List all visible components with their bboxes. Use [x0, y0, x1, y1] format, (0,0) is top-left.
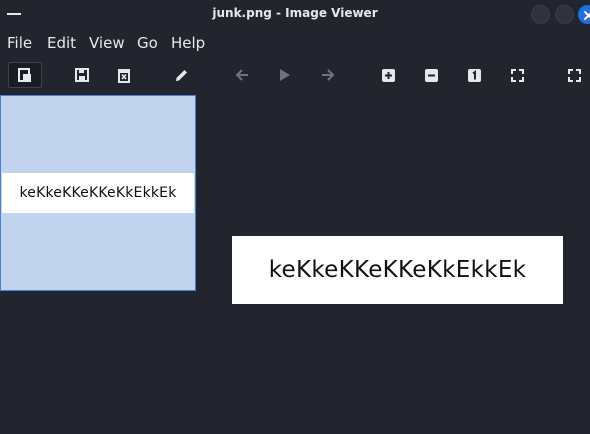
- sidebar-toggle-button[interactable]: [8, 62, 42, 88]
- close-button[interactable]: [578, 5, 590, 24]
- minimize-button[interactable]: [531, 5, 550, 24]
- sidebar-toggle-icon: [18, 68, 31, 82]
- thumbnail-selected[interactable]: keKkeKKeKKeKkEkkEk: [0, 95, 196, 291]
- title-bar: junk.png - Image Viewer: [0, 0, 590, 28]
- save-button[interactable]: [67, 62, 97, 88]
- window-title: junk.png - Image Viewer: [212, 6, 378, 20]
- edit-pencil-icon: [175, 69, 187, 81]
- menu-go[interactable]: Go: [137, 34, 158, 52]
- zoom-in-icon: [381, 68, 395, 82]
- zoom-out-icon: [424, 68, 438, 82]
- image-text: keKkeKKeKKeKkEkkEk: [268, 257, 527, 283]
- edit-button[interactable]: [166, 62, 196, 88]
- play-icon: [280, 69, 290, 81]
- zoom-out-button[interactable]: [416, 62, 446, 88]
- delete-button[interactable]: [109, 62, 139, 88]
- next-button[interactable]: [313, 62, 343, 88]
- menu-bar: File Edit View Go Help: [0, 30, 590, 56]
- fit-window-button[interactable]: [502, 62, 532, 88]
- previous-button[interactable]: [227, 62, 257, 88]
- maximize-button[interactable]: [555, 5, 574, 24]
- arrow-left-icon: [235, 69, 248, 81]
- thumbnail-image: keKkeKKeKKeKkEkkEk: [2, 173, 194, 213]
- menu-file[interactable]: File: [7, 34, 32, 52]
- save-icon: [75, 68, 89, 82]
- thumbnail-image-text: keKkeKKeKKeKkEkkEk: [19, 185, 177, 201]
- menu-view[interactable]: View: [89, 34, 125, 52]
- fullscreen-icon: [567, 68, 581, 82]
- fullscreen-button[interactable]: [559, 62, 589, 88]
- toolbar: [0, 60, 590, 90]
- menu-edit[interactable]: Edit: [47, 34, 76, 52]
- close-icon: [584, 11, 590, 20]
- delete-icon: [118, 68, 130, 83]
- image-canvas[interactable]: keKkeKKeKKeKkEkkEk: [232, 236, 563, 304]
- zoom-original-icon: [467, 68, 481, 82]
- zoom-in-button[interactable]: [373, 62, 403, 88]
- arrow-right-icon: [322, 69, 335, 81]
- zoom-original-button[interactable]: [459, 62, 489, 88]
- fit-window-icon: [510, 68, 524, 82]
- slideshow-button[interactable]: [270, 62, 300, 88]
- menu-help[interactable]: Help: [171, 34, 205, 52]
